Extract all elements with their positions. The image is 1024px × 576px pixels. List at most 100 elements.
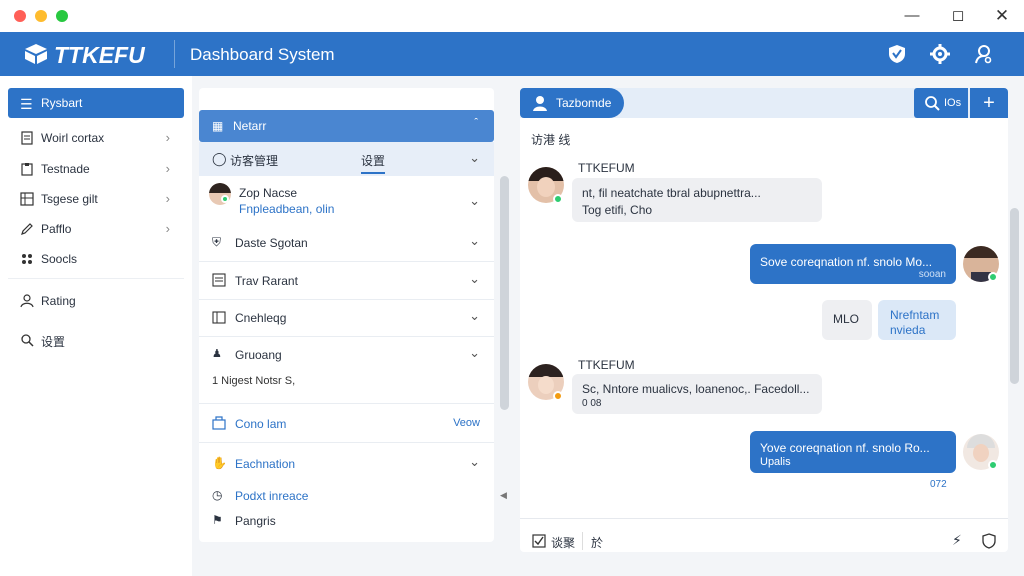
message-bubble-in[interactable]: MLO [822,300,872,340]
message-bubble-out[interactable]: Yove coreqnation nf. snolo Ro... Upalis [750,431,956,473]
title-bar: — ◻ ✕ [0,0,1024,32]
mid-item-label: Netarr [233,119,267,133]
mid-divider [199,336,494,337]
plus-icon: + [983,92,995,114]
mid-divider [199,261,494,262]
mid-bottom-item-1[interactable]: ✋ Eachnation ⌄ [199,449,494,479]
away-status-icon [553,391,563,401]
mid-item-label: Eachnation [235,457,296,471]
chevron-down-icon: ⌄ [469,345,480,360]
mid-divider [199,442,494,443]
footer-divider [582,532,583,550]
footer-action[interactable]: 谈聚 [551,534,575,551]
mid-item-4[interactable]: ♟ Gruoang ⌄ [199,340,494,370]
message-subtext: Tog etifi, Cho [582,203,653,217]
chevron-down-icon: ⌄ [469,271,480,286]
online-status-icon [221,195,229,203]
calendar-icon [212,311,226,324]
tab-settings[interactable]: 设置 [361,152,385,169]
search-settings-icon [21,334,34,347]
chevron-down-icon: ⌄ [469,233,480,248]
mid-item-2[interactable]: Trav Rarant ⌄ [199,266,494,296]
link-row[interactable]: Cono lam Veow [199,409,494,439]
brand-logo: TTKEFU [54,42,145,68]
chat-tab[interactable]: Tazbomde [520,88,624,118]
gear-icon[interactable] [929,43,951,65]
sidebar-item-2[interactable]: Testnade › [8,155,184,183]
conversation-list-panel: ▦ Netarr ˆ ◯ 访客管理 设置 ⌄ Zop Nacse Fnplead… [199,88,494,542]
sidebar-item-3[interactable]: Tsgese gilt › [8,185,184,213]
chevron-right-icon: › [165,191,170,206]
message-bubble-light[interactable]: Nrefntam nvieda [878,300,956,340]
sidebar-item-4[interactable]: Pafflo › [8,215,184,243]
user-icon [533,96,547,111]
chevron-down-icon: ⌄ [469,454,480,469]
mid-item-3[interactable]: Cnehleqg ⌄ [199,303,494,333]
message-bubble-in[interactable]: nt, fil neatchate tbral abupnettra... To… [572,178,822,222]
chat-tab-label: Tazbomde [556,96,612,110]
view-link[interactable]: Veow [453,417,480,429]
zoom-dot-icon[interactable] [56,10,68,22]
message-sender: TTKEFUM [578,358,635,372]
close-icon[interactable]: ✕ [992,6,1012,26]
message-bubble-out[interactable]: Sove coreqnation nf. snolo Mo... sooan [750,244,956,284]
minimize-dot-icon[interactable] [35,10,47,22]
maximize-icon[interactable]: ◻ [948,6,968,26]
chevron-down-icon: ⌄ [469,193,480,208]
clipboard-icon [21,163,33,176]
flag-icon: ⚑ [212,513,223,527]
shield-icon[interactable] [982,533,996,549]
sidebar-item-5[interactable]: Soocls [8,245,184,273]
mid-divider [199,299,494,300]
list-icon [212,273,226,287]
contact-link[interactable]: Fnpleadbean, olin [239,202,334,216]
mid-divider [199,403,494,404]
chat-search-button[interactable]: IOs [914,88,968,118]
mid-item-label: Daste Sgotan [235,236,308,250]
mid-bottom-item-3[interactable]: ⚑ Pangris [199,506,494,536]
minimize-icon[interactable]: — [902,6,922,26]
sidebar-item-label: Pafflo [41,222,72,236]
sidebar-item-1[interactable]: Woirl cortax › [8,124,184,152]
sidebar-item-active[interactable]: ☰ Rysbart [8,88,184,118]
mid-item-1[interactable]: ⛨ Daste Sgotan ⌄ [199,228,494,258]
chevron-right-icon: › [165,161,170,176]
message-bubble-in[interactable]: Sc, Nntore mualicvs, loanenoc,. Facedoll… [572,374,822,414]
chevron-right-icon: › [165,130,170,145]
footer-extra[interactable]: 於 [591,534,603,551]
message-text: Yove coreqnation nf. snolo Ro... [760,441,930,455]
people-icon: ♟ [212,348,222,360]
chevron-down-icon: ⌄ [469,150,480,165]
visitor-management-row[interactable]: ◯ 访客管理 设置 ⌄ [199,142,494,176]
sidebar-item-label: Woirl cortax [41,131,105,145]
message-text: MLO [833,312,860,326]
mid-item-label: Gruoang [235,348,282,362]
collapse-arrow-icon[interactable]: ◀ [500,490,507,501]
message-text: Nrefntam [890,308,940,322]
chevron-up-icon: ˆ [474,117,478,129]
contact-row[interactable]: Zop Nacse Fnpleadbean, olin ⌄ [199,180,494,224]
box-icon [212,416,226,430]
message-text: Sc, Nntore mualicvs, loanenoc,. Facedoll… [582,382,810,396]
sidebar-item-7[interactable]: 设置 [8,326,184,354]
message-sender: TTKEFUM [578,161,635,175]
mid-scrollbar[interactable] [500,176,509,410]
sidebar-item-6[interactable]: Rating [8,287,184,315]
close-dot-icon[interactable] [14,10,26,22]
checkbox-icon[interactable] [532,534,546,548]
sidebar-item-label: Soocls [41,252,78,266]
online-status-icon [988,272,998,282]
grid-doc-icon [20,192,34,206]
mid-item-active[interactable]: ▦ Netarr ˆ [199,110,494,142]
add-conversation-button[interactable]: + [970,88,1008,118]
sidebar-item-label: 设置 [41,335,66,349]
search-label: IOs [944,97,962,109]
chat-scrollbar[interactable] [1010,208,1019,384]
shield-check-icon[interactable] [886,43,908,65]
lightning-icon[interactable]: ⚡ [952,532,962,549]
message-subtext: nvieda [890,323,926,337]
sidebar-item-label: Tsgese gilt [41,192,98,206]
user-settings-icon[interactable] [972,43,994,65]
online-status-icon [553,194,563,204]
grid-icon: ▦ [212,119,224,133]
